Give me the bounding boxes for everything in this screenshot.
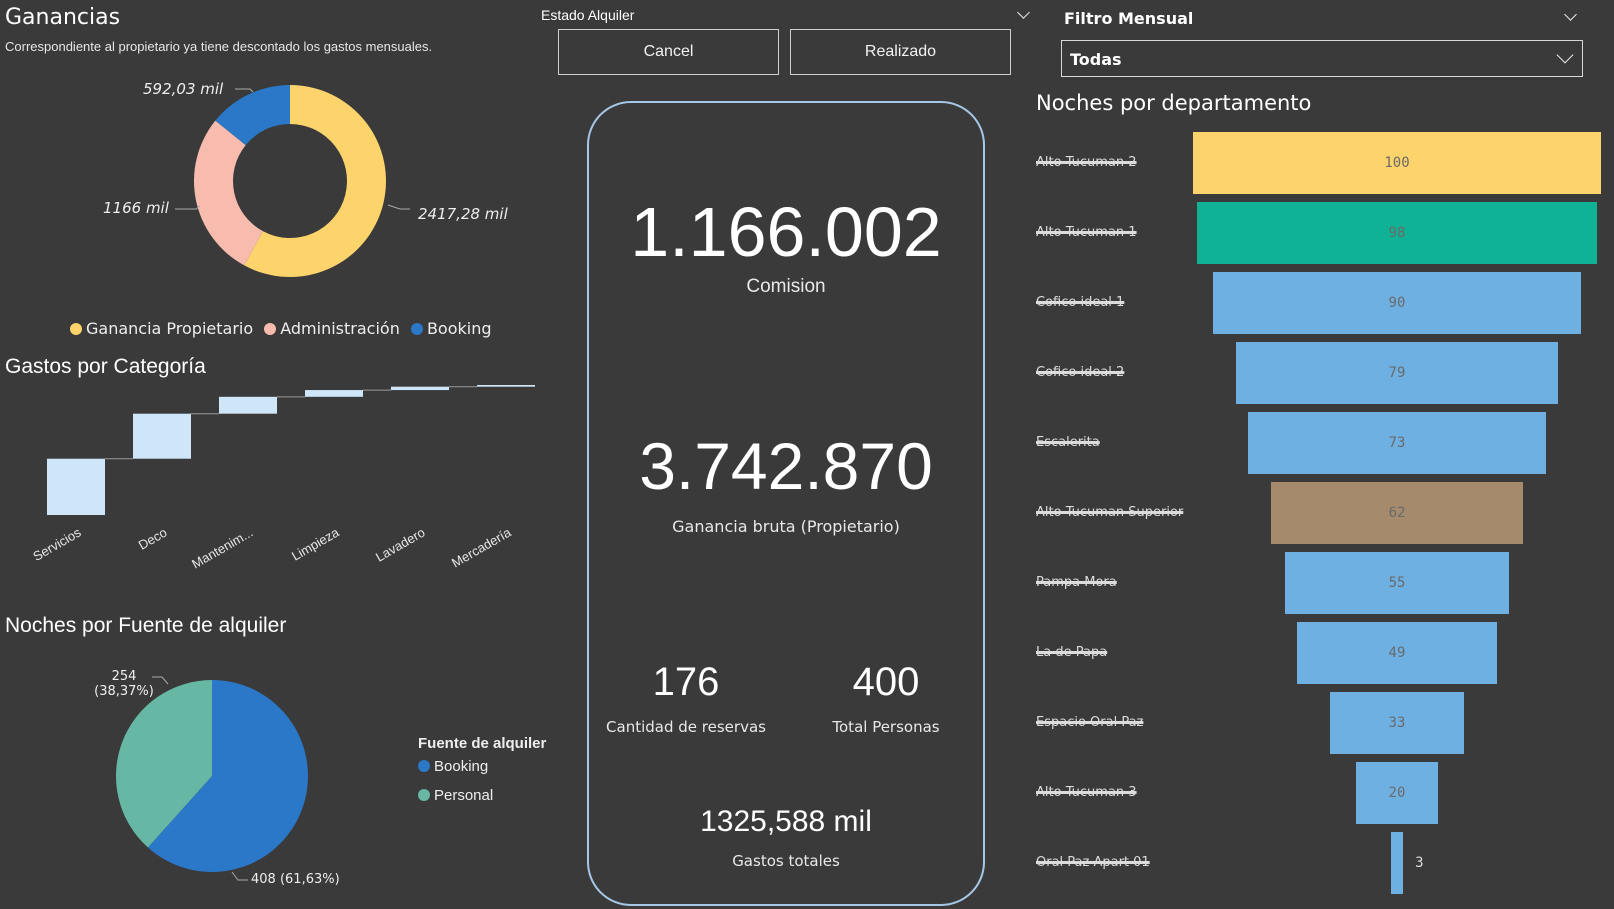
legend-title: Fuente de alquiler	[418, 735, 547, 752]
estado-realizado-button[interactable]: Realizado	[790, 29, 1011, 75]
funnel-bar-7[interactable]: 49	[1297, 622, 1497, 684]
funnel-bar-8[interactable]: 33	[1329, 692, 1465, 754]
legend-item-administracion[interactable]: Administración	[264, 319, 400, 338]
personas-value: 400	[852, 660, 920, 704]
funnel-value-8: 33	[1388, 715, 1406, 731]
funnel-bar-3[interactable]: 79	[1235, 342, 1559, 404]
pie-label-booking: 408 (61,63%)	[251, 872, 340, 887]
funnel-label-0: Alto Tucuman 2	[1036, 155, 1137, 170]
expenses-title: Gastos por Categoría	[5, 355, 206, 378]
funnel-value-2: 90	[1388, 295, 1406, 311]
donut-label-ganancia: 2417,28 mil	[418, 205, 508, 223]
waterfall-bar-0[interactable]	[47, 458, 105, 515]
legend-dot-personal	[418, 789, 430, 801]
funnel-bar-4[interactable]: 73	[1248, 412, 1546, 474]
chevron-down-icon[interactable]	[1017, 6, 1030, 19]
ganancia-value: 3.742.870	[639, 429, 933, 503]
funnel-value-6: 55	[1388, 575, 1406, 591]
waterfall-bar-4[interactable]	[391, 386, 449, 391]
waterfall-bar-3[interactable]	[305, 390, 363, 397]
pie-label-booking-value: 408	[251, 872, 276, 887]
waterfall-tick-label-3: Limpieza	[289, 524, 342, 563]
donut-slice-1[interactable]	[194, 120, 263, 266]
funnel-bar-6[interactable]: 55	[1284, 552, 1510, 614]
earnings-legend: Ganancia Propietario Administración Book…	[70, 319, 492, 338]
funnel-bar-1[interactable]: 98	[1197, 202, 1597, 264]
donut-label-booking: 592,03 mil	[143, 80, 224, 98]
funnel-bar-2[interactable]: 90	[1213, 272, 1581, 334]
filtro-mensual-selected: Todas	[1070, 50, 1122, 69]
legend-item-personal-source[interactable]: Personal	[418, 787, 546, 804]
waterfall-tick-label-4: Lavadero	[373, 525, 427, 565]
comision-label: Comision	[746, 276, 826, 297]
funnel-label-1: Alto Tucuman 1	[1036, 225, 1137, 240]
funnel-bar-9[interactable]: 20	[1356, 762, 1438, 824]
expenses-waterfall-chart: Servicios Deco Mantenim... Limpieza Lavadero…	[30, 385, 535, 572]
nights-source-title: Noches por Fuente de alquiler	[5, 614, 287, 637]
waterfall-tick-label-5: Mercadería	[449, 524, 514, 570]
funnel-label-2: Cofico ideal 1	[1036, 295, 1125, 310]
funnel-value-3: 79	[1388, 365, 1406, 381]
waterfall-tick-label-1: Deco	[136, 525, 170, 553]
funnel-label-6: Pampa Mora	[1036, 575, 1117, 590]
waterfall-tick-label-2: Mantenim...	[189, 525, 255, 572]
funnel-label-4: Escalerita	[1036, 435, 1100, 450]
nights-dept-title: Noches por departamento	[1036, 91, 1312, 115]
funnel-label-8: Espacio Oral Paz	[1036, 715, 1144, 730]
earnings-donut-chart	[175, 85, 410, 277]
earnings-subtitle: Correspondiente al propietario ya tiene …	[5, 39, 433, 54]
waterfall-bar-1[interactable]	[133, 413, 191, 459]
funnel-bar-10[interactable]: 3	[1390, 832, 1424, 894]
funnel-value-4: 73	[1388, 435, 1406, 451]
waterfall-bar-2[interactable]	[219, 396, 277, 414]
legend-dot-booking	[418, 760, 430, 772]
funnel-value-10: 3	[1415, 855, 1424, 871]
comision-value: 1.166.002	[630, 193, 942, 271]
pie-label-personal-value: 254	[111, 669, 137, 684]
reservas-value: 176	[652, 660, 720, 704]
dropdown-chevron-icon	[1556, 46, 1574, 64]
funnel-value-1: 98	[1388, 225, 1406, 241]
funnel-label-10: Oral Paz Apart 01	[1036, 855, 1150, 870]
filtro-mensual-dropdown[interactable]: Todas	[1061, 40, 1583, 77]
funnel-label-5: Alto Tucuman Superior	[1036, 505, 1184, 520]
reservas-label: Cantidad de reservas	[606, 718, 766, 736]
ganancia-label: Ganancia bruta (Propietario)	[672, 517, 900, 536]
pie-label-booking-pct: (61,63%)	[279, 872, 340, 887]
nights-source-legend: Fuente de alquiler Booking Personal	[418, 735, 546, 804]
funnel-value-9: 20	[1388, 785, 1406, 801]
funnel-bar-5[interactable]: 62	[1270, 482, 1524, 544]
funnel-bar-0[interactable]: 100	[1193, 132, 1601, 194]
estado-cancel-button[interactable]: Cancel	[558, 29, 779, 75]
pie-label-personal: 254 (38,37%)	[84, 669, 164, 699]
legend-item-booking[interactable]: Booking	[410, 319, 492, 338]
funnel-value-7: 49	[1388, 645, 1406, 661]
waterfall-bar-5[interactable]	[477, 385, 535, 387]
legend-item-ganancia[interactable]: Ganancia Propietario	[70, 319, 253, 338]
earnings-title: Ganancias	[5, 5, 121, 30]
donut-label-administracion: 1166 mil	[103, 199, 169, 217]
funnel-label-3: Cofico ideal 2	[1036, 365, 1125, 380]
funnel-label-9: Alto Tucuman 3	[1036, 785, 1137, 800]
waterfall-tick-label-0: Servicios	[30, 524, 84, 564]
filtro-mensual-label: Filtro Mensual	[1064, 9, 1194, 28]
gastos-value: 1325,588 mil	[700, 805, 872, 838]
funnel-value-0: 100	[1384, 155, 1410, 171]
gastos-label: Gastos totales	[732, 852, 840, 870]
pie-label-personal-pct: (38,37%)	[94, 684, 154, 699]
personas-label: Total Personas	[832, 718, 940, 736]
legend-item-booking-source[interactable]: Booking	[418, 758, 546, 775]
funnel-value-5: 62	[1388, 505, 1406, 521]
chevron-down-icon[interactable]	[1564, 8, 1577, 21]
funnel-label-7: La de Papa	[1036, 645, 1108, 660]
estado-alquiler-label: Estado Alquiler	[541, 7, 635, 23]
